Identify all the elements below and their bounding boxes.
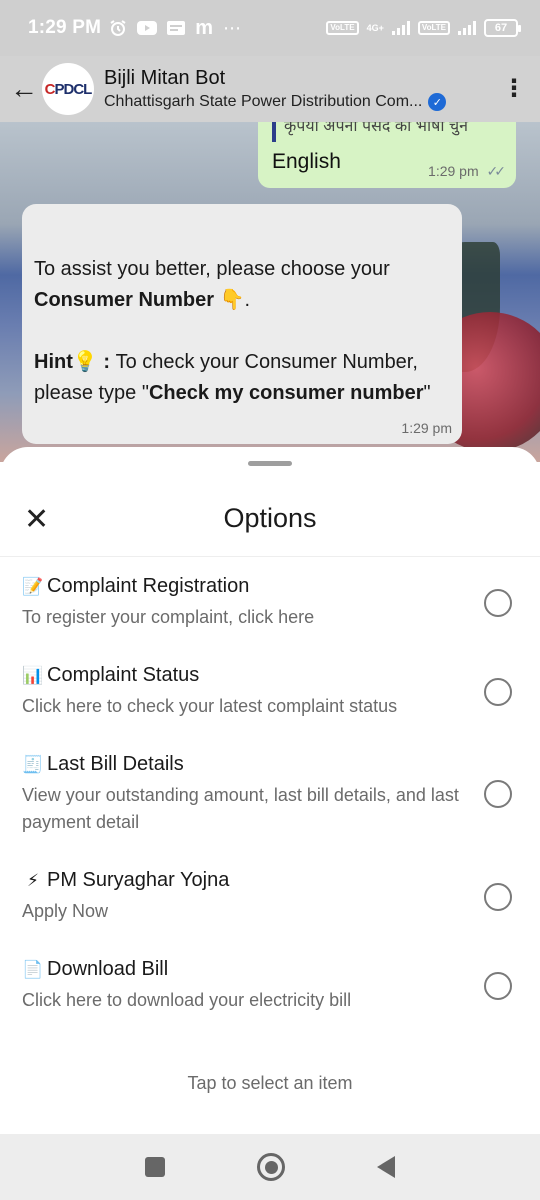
option-last-bill-details[interactable]: 🧾 Last Bill Details View your outstandin… [22,753,462,836]
network-type: 4G+ [366,23,384,33]
logo-c: C [44,80,56,98]
subtitle-text: Chhattisgarh State Power Distribution Co… [104,93,423,110]
radio-button[interactable] [484,678,512,706]
option-download-bill[interactable]: 📄 Download Bill Click here to download yo… [22,958,522,1014]
alarm-icon [109,19,127,37]
system-icons: VoLTE 4G+ VoLTE 67 [326,19,521,37]
consumer-number-label: Consumer Number [34,289,215,311]
system-nav-bar [0,1134,540,1200]
option-description: View your outstanding amount, last bill … [22,785,459,832]
chat-area: कृपया अपनी पसंद की भाषा चुने English 1:2… [0,122,540,462]
volte-icon-2: VoLTE [417,21,450,35]
radio-button-last-bill[interactable] [484,780,512,808]
back-triangle-icon[interactable] [377,1156,395,1178]
message-time: 1:29 pm [401,420,452,436]
message-time: 1:29 pm [428,163,479,179]
option-description: Click here to check your latest complain… [22,696,398,716]
volte-icon: VoLTE [326,21,359,35]
verified-badge-icon: ✓ [428,93,447,111]
hint-line-2: please type "Check my consumer number" [34,378,450,409]
cspdcl-logo: CPDCL [44,80,93,98]
chat-header: ← CPDCL Bijli Mitan Bot Chhattisgarh Sta… [0,56,540,122]
option-title: Last Bill Details [47,753,184,775]
hint-command: Check my consumer number [148,382,424,404]
news-icon [167,21,186,35]
back-arrow-icon[interactable]: ← [10,73,40,105]
options-sheet: ✕ Options 📝 Complaint Registration To reg… [0,447,540,1133]
message-line-1: To assist you better, please choose your [34,258,390,280]
hint-text: To check your Consumer Number, [115,351,418,373]
bulb-icon: 💡 [72,351,98,373]
option-title: PM Suryaghar Yojna [47,869,230,891]
avatar[interactable]: CPDCL [42,63,94,115]
sheet-title: Options [223,503,317,533]
contact-subtitle: Chhattisgarh State Power Distribution Co… [104,93,502,111]
option-title: Complaint Registration [47,575,250,597]
hint-line2-end: " [423,382,431,404]
option-complaint-status[interactable]: 📊 Complaint Status Click here to check yo… [22,664,522,720]
more-dots-icon: ⋯ [223,17,242,38]
drag-handle[interactable] [248,461,292,466]
read-ticks-icon: ✓✓ [486,163,507,179]
outgoing-message[interactable]: कृपया अपनी पसंद की भाषा चुने English 1:2… [258,122,516,188]
notification-icons: m ⋯ [109,17,241,40]
incoming-message[interactable]: To assist you better, please choose your… [22,204,462,444]
bar-chart-icon: 📊 [22,665,44,685]
lightning-icon: ⚡ [27,870,39,890]
logo-text: PDCL [54,80,93,98]
signal-icon-2 [458,21,476,35]
option-complaint-registration[interactable]: 📝 Complaint Registration To register your… [22,575,522,631]
radio-button[interactable] [484,883,512,911]
line2-end: . [244,289,251,311]
sheet-header: ✕ Options [0,497,540,557]
signal-icon [391,21,410,35]
document-icon: 📄 [22,959,44,979]
home-icon[interactable] [257,1153,285,1181]
status-bar: 1:29 PM m ⋯ VoLTE 4G+ VoLTE 67 [0,0,540,56]
sheet-hint: Tap to select an item [187,1073,353,1093]
contact-info[interactable]: Bijli Mitan Bot Chhattisgarh State Power… [104,67,502,111]
option-description: Click here to download your electricity … [22,990,352,1010]
hint-colon: : [97,351,116,373]
message-meta: 1:29 pm ✓✓ [428,163,507,180]
battery-icon: 67 [484,19,521,37]
option-title: Download Bill [47,958,169,980]
option-description: To register your complaint, click here [22,607,315,627]
option-description: Apply Now [22,901,109,921]
recents-icon[interactable] [145,1157,165,1177]
m-icon: m [195,16,214,39]
option-pm-suryaghar-yojna[interactable]: ⚡ PM Suryaghar Yojna Apply Now [22,869,522,925]
receipt-icon: 🧾 [22,754,44,774]
option-title: Complaint Status [47,664,200,686]
more-options-icon[interactable]: ⋮ [502,77,526,101]
radio-button[interactable] [484,972,512,1000]
status-time: 1:29 PM [28,17,102,38]
memo-icon: 📝 [22,576,44,596]
youtube-icon [137,21,158,35]
quoted-message: कृपया अपनी पसंद की भाषा चुने [272,122,502,142]
contact-name: Bijli Mitan Bot [104,67,226,89]
pointing-down-icon: 👇 [219,289,245,311]
hint-label: Hint [34,351,73,373]
battery-level: 67 [494,22,508,34]
radio-button[interactable] [484,589,512,617]
hint-line-1: Hint💡 : To check your Consumer Number, [34,347,450,378]
message-line-2: Consumer Number 👇. [34,285,450,316]
hint-line2-start: please type " [34,382,149,404]
